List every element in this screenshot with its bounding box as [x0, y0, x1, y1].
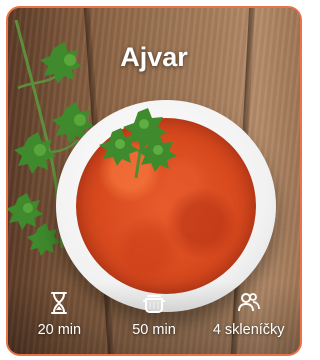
prep-time-stat: 20 min [12, 290, 107, 338]
people-icon [237, 293, 260, 312]
recipe-stats-bar: 20 min 50 min 4 skleníčky [8, 282, 300, 354]
cook-time-label: 50 min [132, 322, 176, 338]
servings-stat: 4 skleníčky [201, 290, 296, 338]
cook-time-stat: 50 min [107, 290, 202, 338]
cooking-pot-icon [143, 295, 165, 313]
servings-label: 4 skleníčky [212, 322, 285, 338]
recipe-card[interactable]: Ajvar 20 min 50 min 4 skleníčky [6, 6, 302, 356]
recipe-title: Ajvar [120, 42, 188, 72]
prep-time-label: 20 min [37, 322, 82, 338]
hourglass-icon [51, 292, 68, 314]
parsley-garnish-icon [99, 108, 177, 179]
